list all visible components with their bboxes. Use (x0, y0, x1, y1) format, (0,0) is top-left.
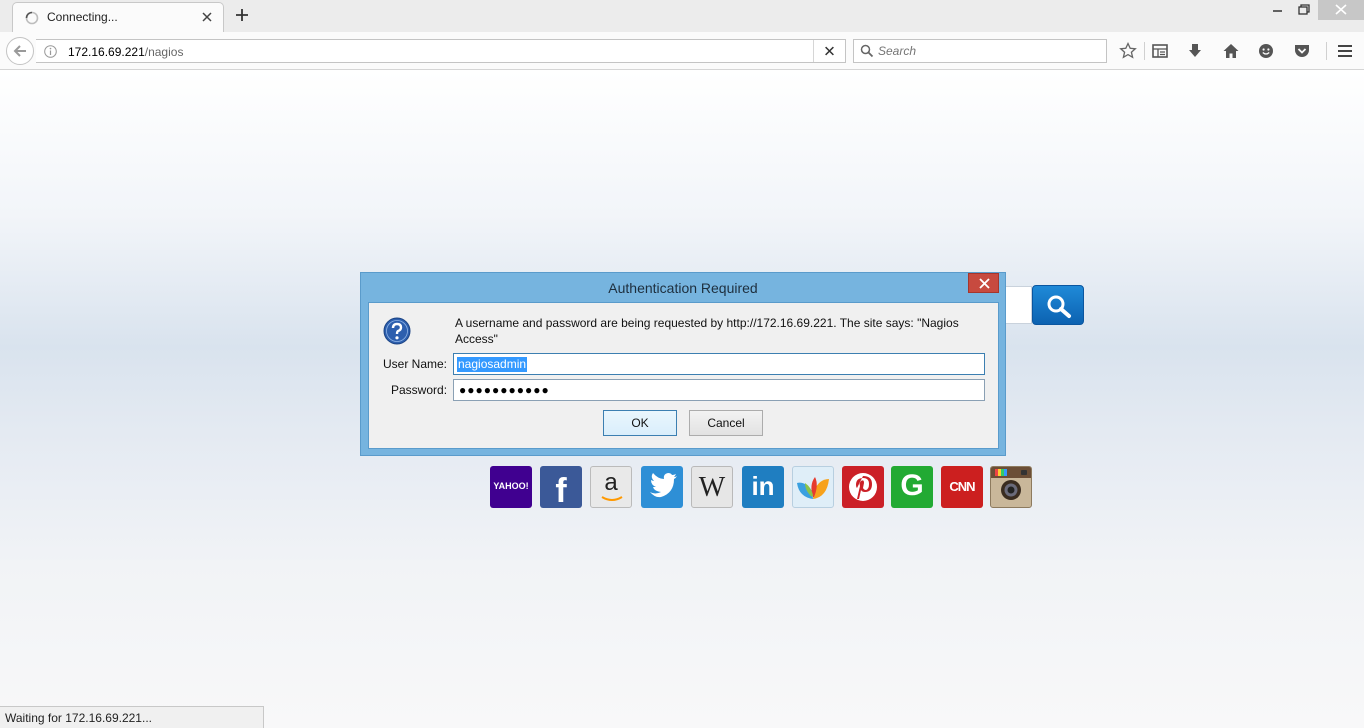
amazon-tile[interactable]: a (590, 466, 632, 508)
pinterest-logo-icon (849, 473, 877, 501)
facebook-tile[interactable]: f (540, 466, 582, 508)
toolbar-separator (1144, 42, 1145, 60)
new-tab-icon[interactable] (233, 6, 251, 24)
download-arrow-icon[interactable] (1185, 41, 1205, 61)
loading-spinner-icon (25, 11, 39, 25)
search-icon (860, 44, 874, 58)
status-bar: Waiting for 172.16.69.221... (0, 706, 264, 728)
google-logo: G (900, 469, 924, 502)
google-tile[interactable]: G (891, 466, 933, 508)
dialog-body: A username and password are being reques… (368, 302, 999, 449)
url-host: 172.16.69.221 (68, 45, 145, 59)
back-button[interactable] (6, 37, 34, 65)
twitter-bird-icon (650, 473, 677, 498)
twitter-tile[interactable] (641, 466, 683, 508)
ok-button[interactable]: OK (603, 410, 677, 436)
hamburger-menu-icon[interactable] (1335, 41, 1355, 61)
url-path: /nagios (144, 45, 184, 59)
password-label: Password: (391, 383, 448, 397)
password-mask: ●●●●●●●●●●● (459, 383, 550, 397)
dialog-close-button[interactable] (968, 273, 999, 293)
stop-icon[interactable] (813, 40, 845, 62)
page-search-input[interactable] (1004, 286, 1032, 324)
password-field[interactable]: ●●●●●●●●●●● (453, 379, 985, 401)
linkedin-logo: in (751, 471, 775, 501)
instagram-camera-icon (991, 467, 1031, 500)
linkedin-tile[interactable]: in (742, 466, 784, 508)
tab-active[interactable]: Connecting... (12, 2, 224, 32)
wikipedia-tile[interactable]: W (691, 466, 733, 508)
auth-dialog: Authentication Required A username and p… (360, 272, 1006, 456)
hello-chat-icon[interactable] (1256, 41, 1276, 61)
minimize-icon[interactable] (1264, 0, 1292, 20)
home-icon[interactable] (1221, 41, 1241, 61)
instagram-tile[interactable] (990, 466, 1032, 508)
address-bar[interactable]: 172.16.69.221/nagios (36, 39, 846, 63)
nav-bar: 172.16.69.221/nagios (0, 32, 1364, 70)
window-close-icon[interactable] (1318, 0, 1364, 20)
dialog-message: A username and password are being reques… (455, 316, 959, 346)
page-search-button[interactable] (1032, 285, 1084, 325)
bookmark-star-icon[interactable] (1118, 41, 1138, 61)
magnifier-icon (1047, 295, 1071, 318)
yahoo-tile[interactable]: YAHOO! (490, 466, 532, 508)
amazon-logo: a (604, 469, 618, 496)
username-value: nagiosadmin (457, 357, 528, 372)
cancel-button[interactable]: Cancel (689, 410, 763, 436)
tab-title: Connecting... (47, 10, 118, 24)
restore-icon[interactable] (1290, 0, 1318, 20)
wikipedia-logo: W (698, 472, 726, 503)
info-icon[interactable] (44, 45, 57, 58)
username-field[interactable]: nagiosadmin (453, 353, 985, 375)
back-arrow-icon (13, 45, 26, 57)
msn-butterfly-icon (797, 477, 829, 499)
pocket-icon[interactable] (1292, 41, 1312, 61)
close-icon (979, 278, 990, 289)
tab-strip: Connecting... (0, 0, 1364, 32)
dialog-title: Authentication Required (608, 280, 758, 296)
toolbar-separator (1326, 42, 1327, 60)
search-bar[interactable] (853, 39, 1107, 63)
cnn-logo: CNN (949, 479, 975, 494)
username-label: User Name: (383, 357, 448, 371)
status-text: Waiting for 172.16.69.221... (5, 711, 152, 725)
close-tab-icon[interactable] (199, 9, 215, 25)
cnn-tile[interactable]: CNN (941, 466, 983, 508)
msn-tile[interactable] (792, 466, 834, 508)
amazon-smile-icon (601, 496, 623, 501)
question-icon (383, 317, 411, 345)
pinterest-tile[interactable] (842, 466, 884, 508)
facebook-logo: f (555, 472, 567, 508)
search-input[interactable] (878, 42, 1098, 60)
address-url: 172.16.69.221/nagios (68, 45, 183, 59)
reading-list-icon[interactable] (1150, 41, 1170, 61)
yahoo-logo: YAHOO! (493, 481, 529, 491)
